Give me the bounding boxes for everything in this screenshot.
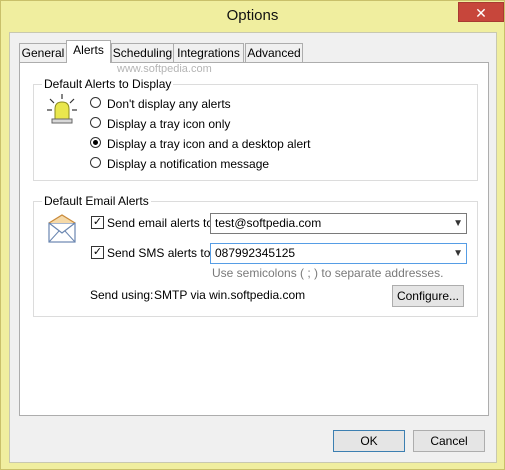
tab-integrations[interactable]: Integrations bbox=[173, 43, 244, 62]
tab-scheduling[interactable]: Scheduling bbox=[111, 43, 174, 62]
sms-alerts-checkbox[interactable]: ✓ bbox=[91, 246, 104, 259]
sms-alerts-label: Send SMS alerts to: bbox=[107, 246, 214, 260]
separator-hint: Use semicolons ( ; ) to separate address… bbox=[212, 266, 444, 280]
alerts-group-title: Default Alerts to Display bbox=[42, 77, 174, 91]
email-alerts-label: Send email alerts to: bbox=[107, 216, 217, 230]
close-icon: ✕ bbox=[475, 5, 487, 21]
send-using-label: Send using: bbox=[90, 288, 154, 302]
tab-alerts[interactable]: Alerts bbox=[66, 40, 111, 63]
sms-number-value: 087992345125 bbox=[215, 246, 296, 260]
ok-button[interactable]: OK bbox=[333, 430, 405, 452]
alert-light-icon bbox=[47, 94, 77, 124]
watermark: www.softpedia.com bbox=[117, 63, 212, 75]
email-group-title: Default Email Alerts bbox=[42, 194, 151, 208]
radio-button[interactable] bbox=[90, 97, 101, 108]
title-bar[interactable]: Options ✕ bbox=[1, 1, 504, 32]
tab-general[interactable]: General bbox=[19, 43, 67, 62]
chevron-down-icon[interactable]: ▼ bbox=[453, 214, 463, 233]
send-using-value: SMTP via win.softpedia.com bbox=[154, 288, 306, 302]
radio-button[interactable] bbox=[90, 157, 101, 168]
radio-button-selected[interactable] bbox=[90, 137, 101, 148]
envelope-icon bbox=[48, 214, 76, 243]
email-address-dropdown[interactable]: test@softpedia.com ▼ bbox=[210, 213, 467, 234]
sms-number-dropdown[interactable]: 087992345125 ▼ bbox=[210, 243, 467, 264]
chevron-down-icon[interactable]: ▼ bbox=[453, 244, 463, 263]
tab-advanced[interactable]: Advanced bbox=[245, 43, 303, 62]
window-title: Options bbox=[226, 7, 279, 24]
cancel-button[interactable]: Cancel bbox=[413, 430, 485, 452]
email-address-value: test@softpedia.com bbox=[215, 216, 322, 230]
close-button[interactable]: ✕ bbox=[458, 2, 504, 22]
radio-button[interactable] bbox=[90, 117, 101, 128]
alerts-panel: Default Alerts to Display Default Email … bbox=[19, 62, 489, 416]
email-alerts-checkbox[interactable]: ✓ bbox=[91, 216, 104, 229]
configure-button[interactable]: Configure... bbox=[392, 285, 464, 307]
